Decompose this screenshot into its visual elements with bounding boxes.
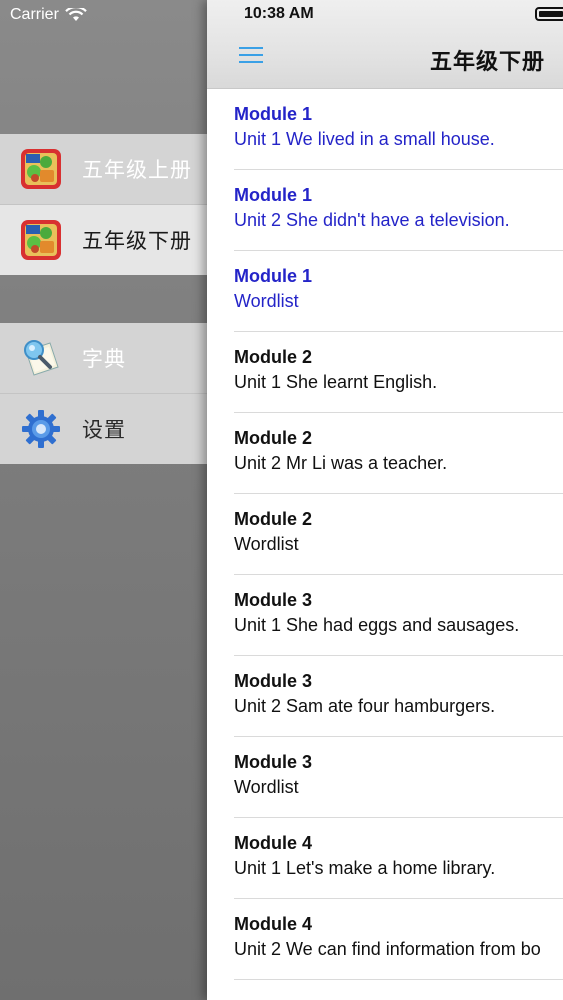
unit-title: Unit 1 Let's make a home library. (234, 858, 496, 878)
unit-title: Unit 2 She didn't have a television. (234, 210, 510, 230)
drawer-item-label: 字典 (82, 348, 126, 371)
unit-title: Unit 1 She learnt English. (234, 372, 438, 392)
module-label: Module 3 (234, 752, 313, 772)
unit-title: Wordlist (234, 291, 299, 311)
carrier-label: Carrier (10, 6, 59, 23)
list-item[interactable]: Module 1 Unit 1 We lived in a small hous… (207, 89, 563, 170)
unit-title: Unit 2 We can find information from bo (234, 939, 541, 959)
hamburger-menu-icon[interactable] (239, 45, 263, 65)
list-item[interactable]: Module 3 Unit 2 Sam ate four hamburgers. (207, 656, 563, 737)
lesson-list-panel: 10:38 AM 五年级下册 Module 1 Unit 1 We lived … (207, 0, 563, 1000)
module-label: Module 2 (234, 347, 313, 367)
drawer-item-label: 五年级下册 (82, 230, 192, 253)
list-item[interactable]: Module 2 Unit 1 She learnt English. (207, 332, 563, 413)
list-item[interactable]: Module 1 Unit 2 She didn't have a televi… (207, 170, 563, 251)
list-item[interactable]: Module 4 Unit 2 We can find information … (207, 899, 563, 980)
battery-icon (535, 7, 563, 21)
list-item[interactable]: Module 4 Unit 1 Let's make a home librar… (207, 818, 563, 899)
drawer-item-settings[interactable]: 设置 (0, 393, 207, 464)
module-label: Module 1 (234, 266, 313, 286)
module-label: Module 3 (234, 590, 313, 610)
side-drawer: Carrier 五年级上册 五年级下册 字典 设置 (0, 0, 207, 1000)
module-label: Module 4 (234, 833, 313, 853)
drawer-item-label: 设置 (82, 419, 126, 442)
list-item[interactable]: Module 2 Wordlist (207, 494, 563, 575)
status-bar-left: Carrier (10, 5, 87, 25)
book-cover-icon (20, 219, 62, 261)
module-label: Module 2 (234, 428, 313, 448)
unit-title: Wordlist (234, 777, 299, 797)
unit-title: Unit 2 Sam ate four hamburgers. (234, 696, 496, 716)
gear-icon (20, 408, 62, 450)
unit-title: Unit 1 We lived in a small house. (234, 129, 495, 149)
module-label: Module 4 (234, 914, 313, 934)
dictionary-icon (20, 337, 62, 379)
navigation-bar: 10:38 AM 五年级下册 (207, 0, 563, 89)
tools-section: 字典 设置 (0, 323, 207, 464)
list-item[interactable]: Module 2 Unit 2 Mr Li was a teacher. (207, 413, 563, 494)
books-section: 五年级上册 五年级下册 (0, 134, 207, 275)
module-label: Module 1 (234, 185, 313, 205)
drawer-item-dictionary[interactable]: 字典 (0, 323, 207, 393)
drawer-item-label: 五年级上册 (82, 159, 192, 182)
list-item[interactable]: Module 3 Wordlist (207, 737, 563, 818)
lesson-list: Module 1 Unit 1 We lived in a small hous… (207, 89, 563, 980)
module-label: Module 2 (234, 509, 313, 529)
wifi-icon (65, 8, 87, 21)
status-time: 10:38 AM (244, 5, 314, 22)
list-item[interactable]: Module 1 Wordlist (207, 251, 563, 332)
list-item[interactable]: Module 3 Unit 1 She had eggs and sausage… (207, 575, 563, 656)
book-cover-icon (20, 148, 62, 190)
unit-title: Wordlist (234, 534, 299, 554)
unit-title: Unit 1 She had eggs and sausages. (234, 615, 520, 635)
drawer-item-grade5-vol2[interactable]: 五年级下册 (0, 204, 207, 275)
unit-title: Unit 2 Mr Li was a teacher. (234, 453, 448, 473)
page-title: 五年级下册 (429, 49, 545, 74)
module-label: Module 3 (234, 671, 313, 691)
module-label: Module 1 (234, 104, 313, 124)
drawer-item-grade5-vol1[interactable]: 五年级上册 (0, 134, 207, 204)
